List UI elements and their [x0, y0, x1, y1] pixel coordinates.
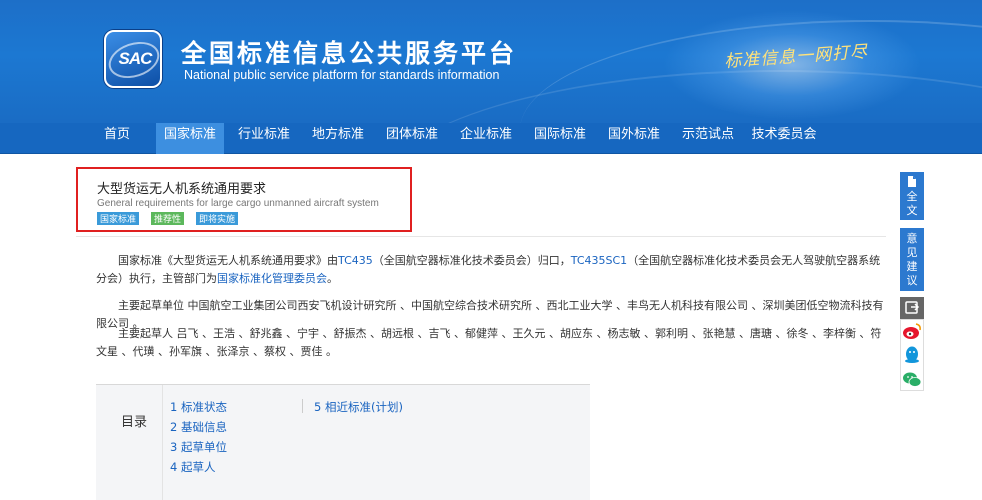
nav-item-foreign[interactable]: 国外标准 [600, 123, 668, 154]
site-subtitle: National public service platform for sta… [184, 68, 500, 82]
sac-logo[interactable]: SAC [104, 30, 164, 88]
document-icon [908, 176, 916, 187]
qq-icon[interactable] [905, 346, 919, 364]
standard-title-box: 大型货运无人机系统通用要求 General requirements for l… [76, 167, 412, 232]
nav-item-enterprise[interactable]: 企业标准 [452, 123, 520, 154]
nav-item-industry[interactable]: 行业标准 [230, 123, 298, 154]
header-banner: SAC 全国标准信息公共服务平台 National public service… [0, 0, 982, 123]
tc435sc1-link[interactable]: TC435SC1 [571, 254, 627, 267]
feedback-char: 议 [906, 274, 918, 287]
toc-item-drafters[interactable]: 4 起草人 [170, 459, 215, 475]
wechat-icon[interactable] [903, 372, 922, 387]
badge-national: 国家标准 [97, 212, 140, 225]
toc-separator [302, 399, 303, 413]
table-of-contents: 目录 1 标准状态 2 基础信息 3 起草单位 4 起草人 5 相近标准(计划) [96, 384, 590, 500]
nav-item-national[interactable]: 国家标准 [156, 123, 224, 154]
nav-item-home[interactable]: 首页 [88, 123, 146, 154]
weibo-icon[interactable] [903, 323, 921, 339]
toc-item-similar[interactable]: 5 相近标准(计划) [314, 399, 403, 415]
toc-divider [162, 385, 163, 500]
nav-item-demo[interactable]: 示范试点 [674, 123, 742, 154]
share-button[interactable] [900, 297, 924, 319]
feedback-char: 意 [906, 232, 918, 245]
nav-item-local[interactable]: 地方标准 [304, 123, 372, 154]
standard-title: 大型货运无人机系统通用要求 [97, 182, 267, 197]
toc-item-units[interactable]: 3 起草单位 [170, 439, 227, 455]
nav-item-committee[interactable]: 技术委员会 [744, 123, 824, 154]
full-text-char: 文 [906, 204, 918, 217]
social-icons [903, 323, 922, 387]
badge-upcoming: 即将实施 [196, 212, 239, 225]
badge-recommended: 推荐性 [151, 212, 185, 225]
nav-item-international[interactable]: 国际标准 [526, 123, 594, 154]
feedback-char: 见 [906, 246, 918, 259]
toc-label: 目录 [121, 415, 148, 430]
desc-text: 国家标准《大型货运无人机系统通用要求》由 [118, 254, 338, 267]
drafters: 主要起草人 吕飞 、王浩 、舒兆鑫 、宁宇 、舒振杰 、胡远根 、吉飞 、郁健萍… [96, 327, 882, 358]
feedback-char: 建 [906, 260, 918, 273]
tc435-link[interactable]: TC435 [338, 254, 373, 267]
description-paragraph: 国家标准《大型货运无人机系统通用要求》由TC435（全国航空器标准化技术委员会）… [96, 252, 888, 288]
feedback-button[interactable]: 意 见 建 议 [900, 228, 924, 291]
toc-item-basic[interactable]: 2 基础信息 [170, 419, 227, 435]
logo-text: SAC [118, 49, 153, 68]
dept-link[interactable]: 国家标准化管理委员会 [217, 272, 327, 285]
full-text-button[interactable]: 全 文 [900, 172, 924, 220]
desc-text: 。 [327, 272, 338, 285]
share-icons [900, 319, 924, 391]
main-nav: 首页 国家标准 行业标准 地方标准 团体标准 企业标准 国际标准 国外标准 示范… [0, 123, 982, 154]
divider [76, 236, 886, 237]
site-title: 全国标准信息公共服务平台 [181, 39, 518, 68]
desc-text: （全国航空器标准化技术委员会）归口， [372, 254, 571, 267]
full-text-char: 全 [906, 190, 918, 203]
nav-item-group[interactable]: 团体标准 [378, 123, 446, 154]
toc-item-status[interactable]: 1 标准状态 [170, 399, 227, 415]
standard-title-en: General requirements for large cargo unm… [97, 198, 379, 209]
share-icon [905, 301, 920, 314]
